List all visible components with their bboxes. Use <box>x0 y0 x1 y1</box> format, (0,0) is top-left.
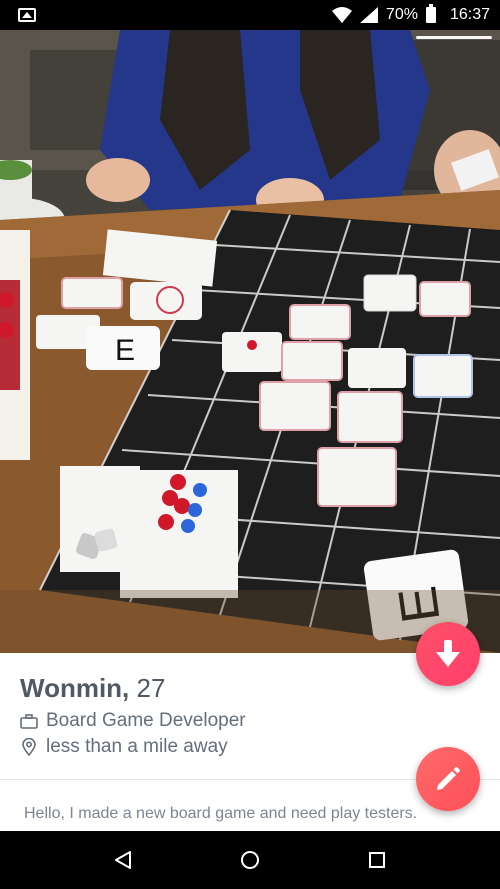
wifi-icon <box>331 7 352 23</box>
signal-icon <box>359 7 378 23</box>
pencil-icon <box>437 767 460 790</box>
recents-button[interactable] <box>357 840 397 880</box>
briefcase-icon <box>20 713 38 729</box>
job-title: Board Game Developer <box>46 710 246 731</box>
svg-text:E: E <box>115 334 135 367</box>
profile-name: Wonmin, <box>20 673 130 703</box>
home-icon <box>240 851 259 869</box>
arrow-down-icon <box>436 640 460 667</box>
back-icon <box>115 851 132 869</box>
battery-percent: 70% <box>385 6 418 23</box>
gallery-notification-icon <box>18 8 36 22</box>
status-bar: 70% 16:37 <box>0 0 500 30</box>
system-navigation-bar <box>0 831 500 889</box>
clock-time: 16:37 <box>449 6 490 23</box>
profile-age: 27 <box>136 673 166 703</box>
profile-screen: 70% 16:37 E E Wonmin, 27 Board Game Deve… <box>0 0 500 889</box>
distance-text: less than a mile away <box>46 736 228 757</box>
photo-pager-indicator <box>416 36 492 39</box>
profile-photo[interactable]: E E <box>0 30 500 653</box>
battery-icon <box>425 4 436 23</box>
location-pin-icon <box>22 738 36 756</box>
home-button[interactable] <box>230 840 270 880</box>
profile-name-line: Wonmin, 27 <box>20 673 165 704</box>
profile-info: Wonmin, 27 Board Game Developer less tha… <box>0 653 500 831</box>
profile-bio: Hello, I made a new board game and need … <box>24 805 418 822</box>
board-game-photo-illustration: E E <box>0 30 500 653</box>
recents-icon <box>368 852 385 868</box>
back-button[interactable] <box>103 840 143 880</box>
distance-row: less than a mile away <box>20 736 228 758</box>
edit-profile-button[interactable] <box>416 747 480 811</box>
job-row: Board Game Developer <box>20 710 246 732</box>
collapse-profile-button[interactable] <box>416 622 480 686</box>
